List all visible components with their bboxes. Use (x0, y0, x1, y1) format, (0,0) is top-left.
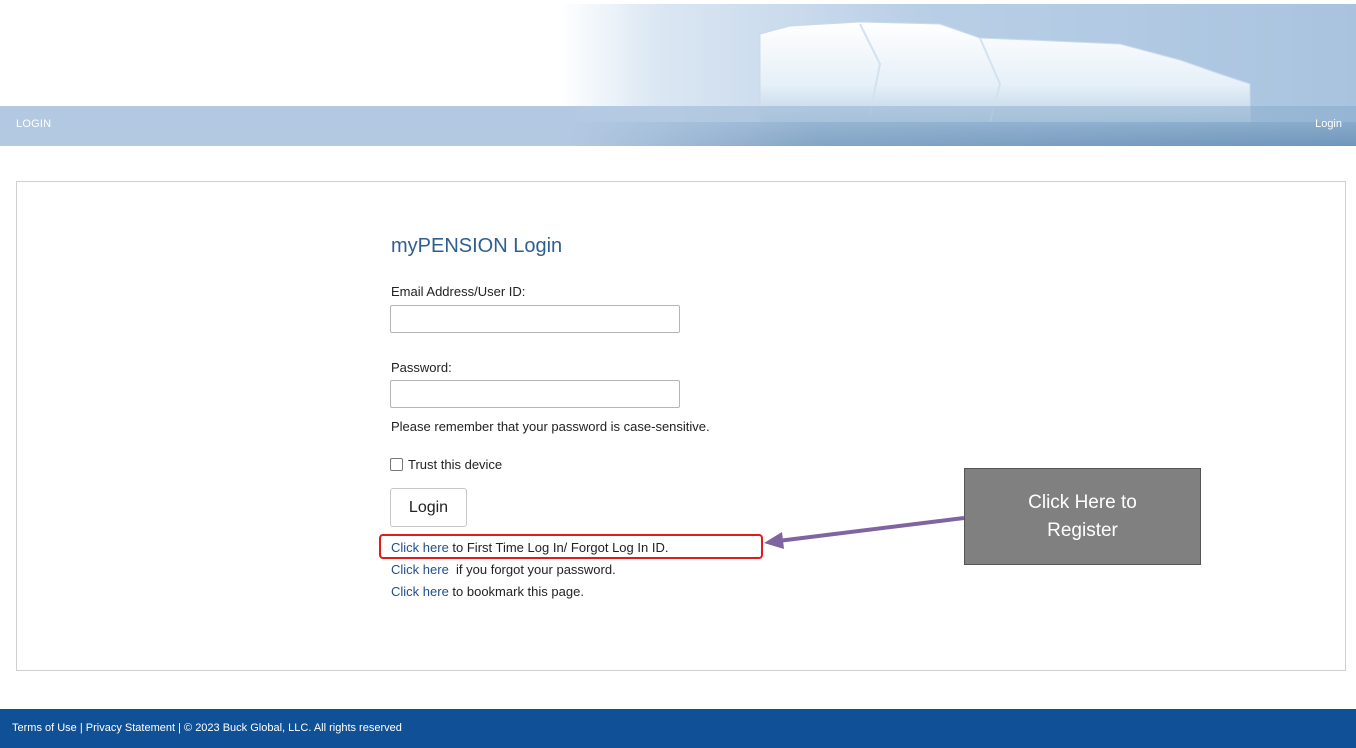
privacy-statement-link[interactable]: Privacy Statement (86, 722, 175, 734)
terms-of-use-link[interactable]: Terms of Use (12, 722, 77, 734)
login-button[interactable]: Login (390, 488, 467, 527)
copyright-text: © 2023 Buck Global, LLC. All rights rese… (184, 722, 402, 734)
footer-text: Terms of Use | Privacy Statement | © 202… (12, 722, 402, 734)
password-note: Please remember that your password is ca… (391, 419, 710, 434)
footer-bar: Terms of Use | Privacy Statement | © 202… (0, 709, 1356, 748)
bookmark-text: to bookmark this page. (448, 584, 584, 599)
trust-device-checkbox[interactable] (390, 458, 403, 471)
first-time-login-text: to First Time Log In/ Forgot Log In ID. (448, 540, 669, 555)
login-panel: myPENSION Login Email Address/User ID: P… (16, 181, 1346, 671)
header-banner: LOGIN Login (0, 0, 1356, 146)
bookmark-link[interactable]: Click here (391, 584, 449, 599)
first-time-login-line: Click here to First Time Log In/ Forgot … (391, 540, 668, 555)
trust-device-row[interactable]: Trust this device (390, 457, 502, 472)
password-label: Password: (391, 360, 452, 375)
callout-arrow (764, 516, 965, 549)
nav-section-label: LOGIN (16, 118, 52, 130)
email-label: Email Address/User ID: (391, 284, 526, 299)
trust-device-label: Trust this device (408, 457, 503, 472)
forgot-password-link[interactable]: Click here (391, 562, 449, 577)
nav-login-link[interactable]: Login (1315, 118, 1342, 130)
forgot-password-line: Click here if you forgot your password. (391, 562, 616, 577)
bookmark-line: Click here to bookmark this page. (391, 584, 584, 599)
page-title: myPENSION Login (391, 235, 563, 257)
first-time-login-link[interactable]: Click here (391, 540, 449, 555)
footer-separator: | (175, 722, 185, 734)
footer-separator: | (76, 722, 86, 734)
email-field[interactable] (390, 305, 680, 333)
password-field[interactable] (390, 380, 680, 408)
top-nav-bar: LOGIN Login (0, 106, 1356, 146)
register-callout-text: Click Here to Register (1028, 491, 1137, 541)
register-callout: Click Here to Register (964, 468, 1201, 565)
forgot-password-text: if you forgot your password. (448, 562, 616, 577)
